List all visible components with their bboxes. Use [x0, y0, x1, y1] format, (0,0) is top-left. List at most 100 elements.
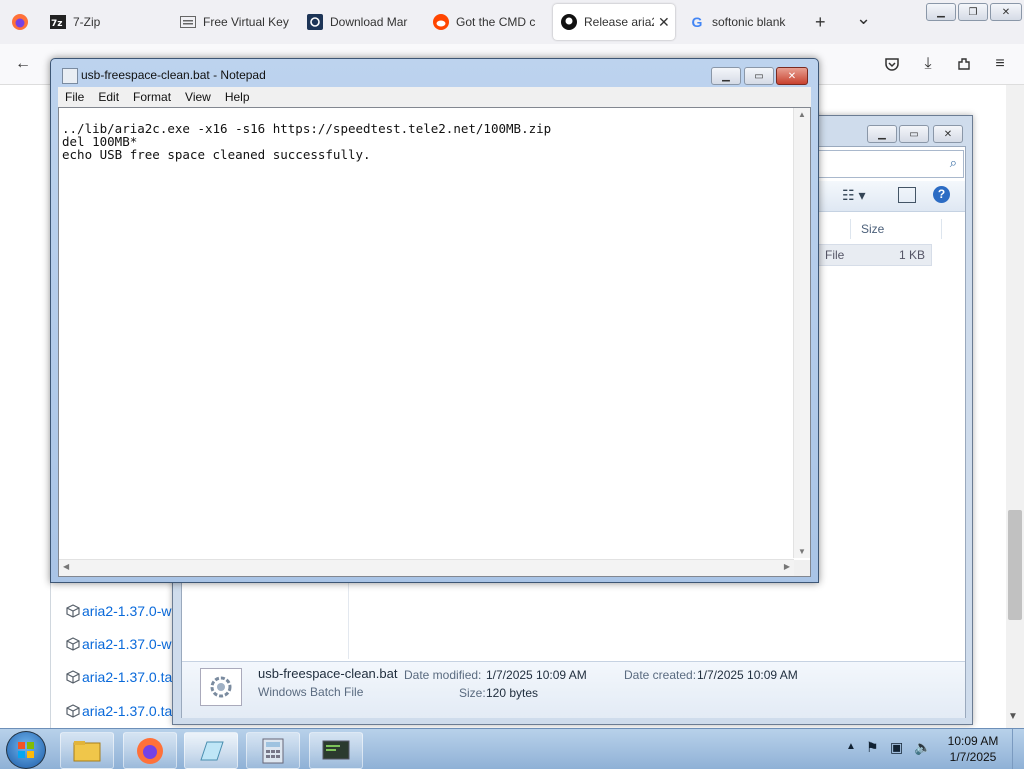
show-desktop-button[interactable] [1012, 729, 1024, 769]
batch-file-icon [200, 668, 242, 706]
menu-view[interactable]: View [178, 90, 218, 104]
horizontal-scrollbar[interactable]: ◀ ▶ [59, 559, 794, 576]
column-header-size[interactable]: Size [850, 219, 942, 239]
page-scrollbar-thumb[interactable] [1008, 510, 1022, 620]
page-scrollbar[interactable] [1006, 85, 1024, 730]
reddit-icon [433, 14, 449, 30]
size-label: Size: [459, 686, 486, 700]
taskbar-notepad[interactable] [184, 732, 238, 769]
menu-edit[interactable]: Edit [91, 90, 126, 104]
asset-name: aria2-1.37.0-w [82, 636, 172, 652]
back-arrow-icon[interactable]: ← [13, 54, 33, 74]
tab-google[interactable]: G softonic blank [689, 4, 799, 40]
package-icon [66, 604, 80, 618]
explorer-close-button[interactable]: ✕ [933, 125, 963, 143]
help-icon[interactable]: ? [933, 186, 950, 203]
browser-tab-bar: 7z 7-Zip Free Virtual Key Download Mar G… [0, 0, 1024, 44]
asset-link[interactable]: aria2-1.37.0-w [66, 636, 172, 652]
action-center-flag-icon[interactable]: ⚑ [866, 739, 879, 756]
notepad-close-button[interactable]: ✕ [776, 67, 808, 85]
new-tab-button[interactable]: + [815, 12, 826, 33]
asset-link[interactable]: aria2-1.37.0-w [66, 603, 172, 619]
details-file-name: usb-freespace-clean.bat [258, 666, 398, 681]
scroll-left-icon[interactable]: ◀ [63, 562, 69, 571]
clock-date: 1/7/2025 [949, 750, 997, 764]
vertical-scrollbar[interactable]: ▲ ▼ [793, 108, 810, 558]
close-icon: ✕ [1001, 6, 1011, 18]
taskbar-firefox[interactable] [123, 732, 177, 769]
console-icon [322, 740, 350, 759]
size-value: 120 bytes [486, 686, 539, 700]
explorer-maximize-button[interactable]: ▭ [899, 125, 929, 143]
tab-label: Got the CMD c [456, 15, 536, 29]
editor-content[interactable]: ../lib/aria2c.exe -x16 -s16 https://spee… [62, 122, 551, 161]
show-hidden-icons-icon[interactable]: ▲ [846, 741, 856, 752]
date-created-label: Date created: [624, 668, 697, 682]
taskbar: ▲ ⚑ ▣ 🔈 10:09 AM 1/7/2025 [0, 728, 1024, 769]
close-tab-icon[interactable]: ✕ [658, 14, 670, 31]
taskbar-cmd[interactable] [309, 732, 363, 769]
scroll-right-icon[interactable]: ▶ [784, 562, 790, 571]
app-menu-icon[interactable]: ≡ [990, 54, 1010, 74]
browser-close-button[interactable]: ✕ [990, 3, 1022, 21]
tab-7zip[interactable]: 7z 7-Zip [50, 4, 162, 40]
close-icon: ✕ [943, 128, 953, 140]
google-icon: G [691, 14, 703, 30]
view-options-icon[interactable]: ☷ ▾ [842, 187, 865, 204]
restore-icon: ❐ [968, 6, 978, 18]
resize-grip[interactable] [794, 560, 810, 576]
browser-minimize-button[interactable]: ▁ [926, 3, 956, 21]
menu-help[interactable]: Help [218, 90, 257, 104]
taskbar-calculator[interactable] [246, 732, 300, 769]
firefox-menu-icon[interactable] [11, 13, 29, 31]
package-icon [66, 670, 80, 684]
tab-list-button[interactable]: ⌄ [856, 8, 871, 29]
notepad-window: usb-freespace-clean.bat - Notepad ▁ ▭ ✕ … [50, 58, 819, 583]
tab-label: Download Mar [330, 15, 408, 29]
github-icon [561, 14, 577, 30]
scroll-down-icon[interactable]: ▼ [1008, 711, 1018, 722]
notepad-minimize-button[interactable]: ▁ [711, 67, 741, 85]
network-icon[interactable]: ▣ [890, 739, 903, 756]
date-modified-value: 1/7/2025 10:09 AM [486, 668, 587, 682]
tab-github-release[interactable]: Release aria2 ✕ [553, 4, 675, 40]
pocket-icon[interactable] [882, 54, 902, 74]
search-icon: ⌕ [949, 155, 957, 170]
date-created-value: 1/7/2025 10:09 AM [697, 668, 798, 682]
start-button[interactable] [6, 731, 46, 769]
clock[interactable]: 10:09 AM 1/7/2025 [940, 733, 1006, 765]
package-icon [66, 704, 80, 718]
asset-link[interactable]: aria2-1.37.0.ta [66, 669, 172, 685]
download-site-icon [307, 14, 323, 30]
menu-file[interactable]: File [58, 90, 91, 104]
details-file-type: Windows Batch File [258, 685, 364, 699]
explorer-minimize-button[interactable]: ▁ [867, 125, 897, 143]
tab-label: softonic blank [712, 15, 786, 29]
tab-reddit[interactable]: Got the CMD c [433, 4, 543, 40]
menu-format[interactable]: Format [126, 90, 178, 104]
text-editor[interactable]: ../lib/aria2c.exe -x16 -s16 https://spee… [58, 107, 811, 577]
package-icon [66, 637, 80, 651]
scroll-down-icon[interactable]: ▼ [798, 547, 806, 556]
file-row[interactable]: File 1 KB [812, 244, 932, 266]
scroll-up-icon[interactable]: ▲ [798, 110, 806, 119]
minimize-icon: ▁ [722, 70, 730, 82]
asset-name: aria2-1.37.0-w [82, 603, 172, 619]
downloads-icon[interactable]: ⤓ [918, 54, 938, 74]
taskbar-explorer[interactable] [60, 732, 114, 769]
minimize-icon: ▁ [878, 128, 886, 140]
keyboard-icon [180, 14, 196, 30]
asset-link[interactable]: aria2-1.37.0.ta [66, 703, 172, 719]
extensions-icon[interactable] [954, 54, 974, 74]
volume-muted-icon[interactable]: 🔈 [914, 739, 931, 756]
tab-download[interactable]: Download Mar [307, 4, 415, 40]
search-input[interactable]: ⌕ [812, 150, 964, 178]
7zip-icon: 7z [50, 14, 66, 30]
tab-virtual-keyboard[interactable]: Free Virtual Key [180, 4, 290, 40]
asset-name: aria2-1.37.0.ta [82, 703, 173, 719]
notepad-app-icon[interactable] [62, 68, 78, 84]
asset-name: aria2-1.37.0.ta [82, 669, 173, 685]
preview-pane-icon[interactable] [898, 187, 916, 203]
notepad-maximize-button[interactable]: ▭ [744, 67, 774, 85]
browser-restore-button[interactable]: ❐ [958, 3, 988, 21]
